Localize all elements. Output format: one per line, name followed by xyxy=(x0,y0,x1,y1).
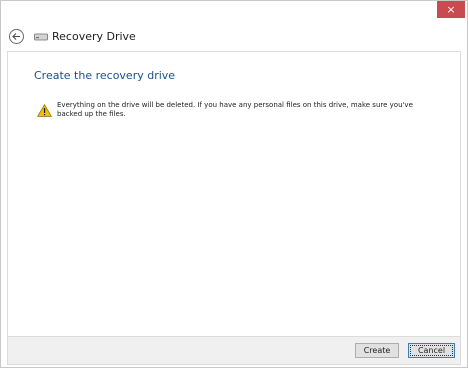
warning-icon xyxy=(36,102,53,121)
recovery-drive-window: × Recovery Drive Create the recovery dri… xyxy=(0,0,468,368)
cancel-button[interactable]: Cancel xyxy=(408,343,455,358)
back-button[interactable] xyxy=(9,28,24,44)
close-button[interactable]: × xyxy=(437,1,465,18)
content-panel: Create the recovery drive Everything on … xyxy=(7,51,461,337)
wizard-title: Recovery Drive xyxy=(52,29,136,43)
create-button[interactable]: Create xyxy=(355,343,399,358)
drive-icon xyxy=(34,32,48,41)
page-title: Create the recovery drive xyxy=(34,69,176,82)
wizard-header: Recovery Drive xyxy=(9,25,459,47)
button-bar: Create Cancel xyxy=(7,337,461,365)
warning-message: Everything on the drive will be deleted.… xyxy=(36,101,420,121)
back-arrow-icon xyxy=(12,32,20,40)
warning-text: Everything on the drive will be deleted.… xyxy=(57,101,413,118)
title-bar: × xyxy=(1,1,467,21)
